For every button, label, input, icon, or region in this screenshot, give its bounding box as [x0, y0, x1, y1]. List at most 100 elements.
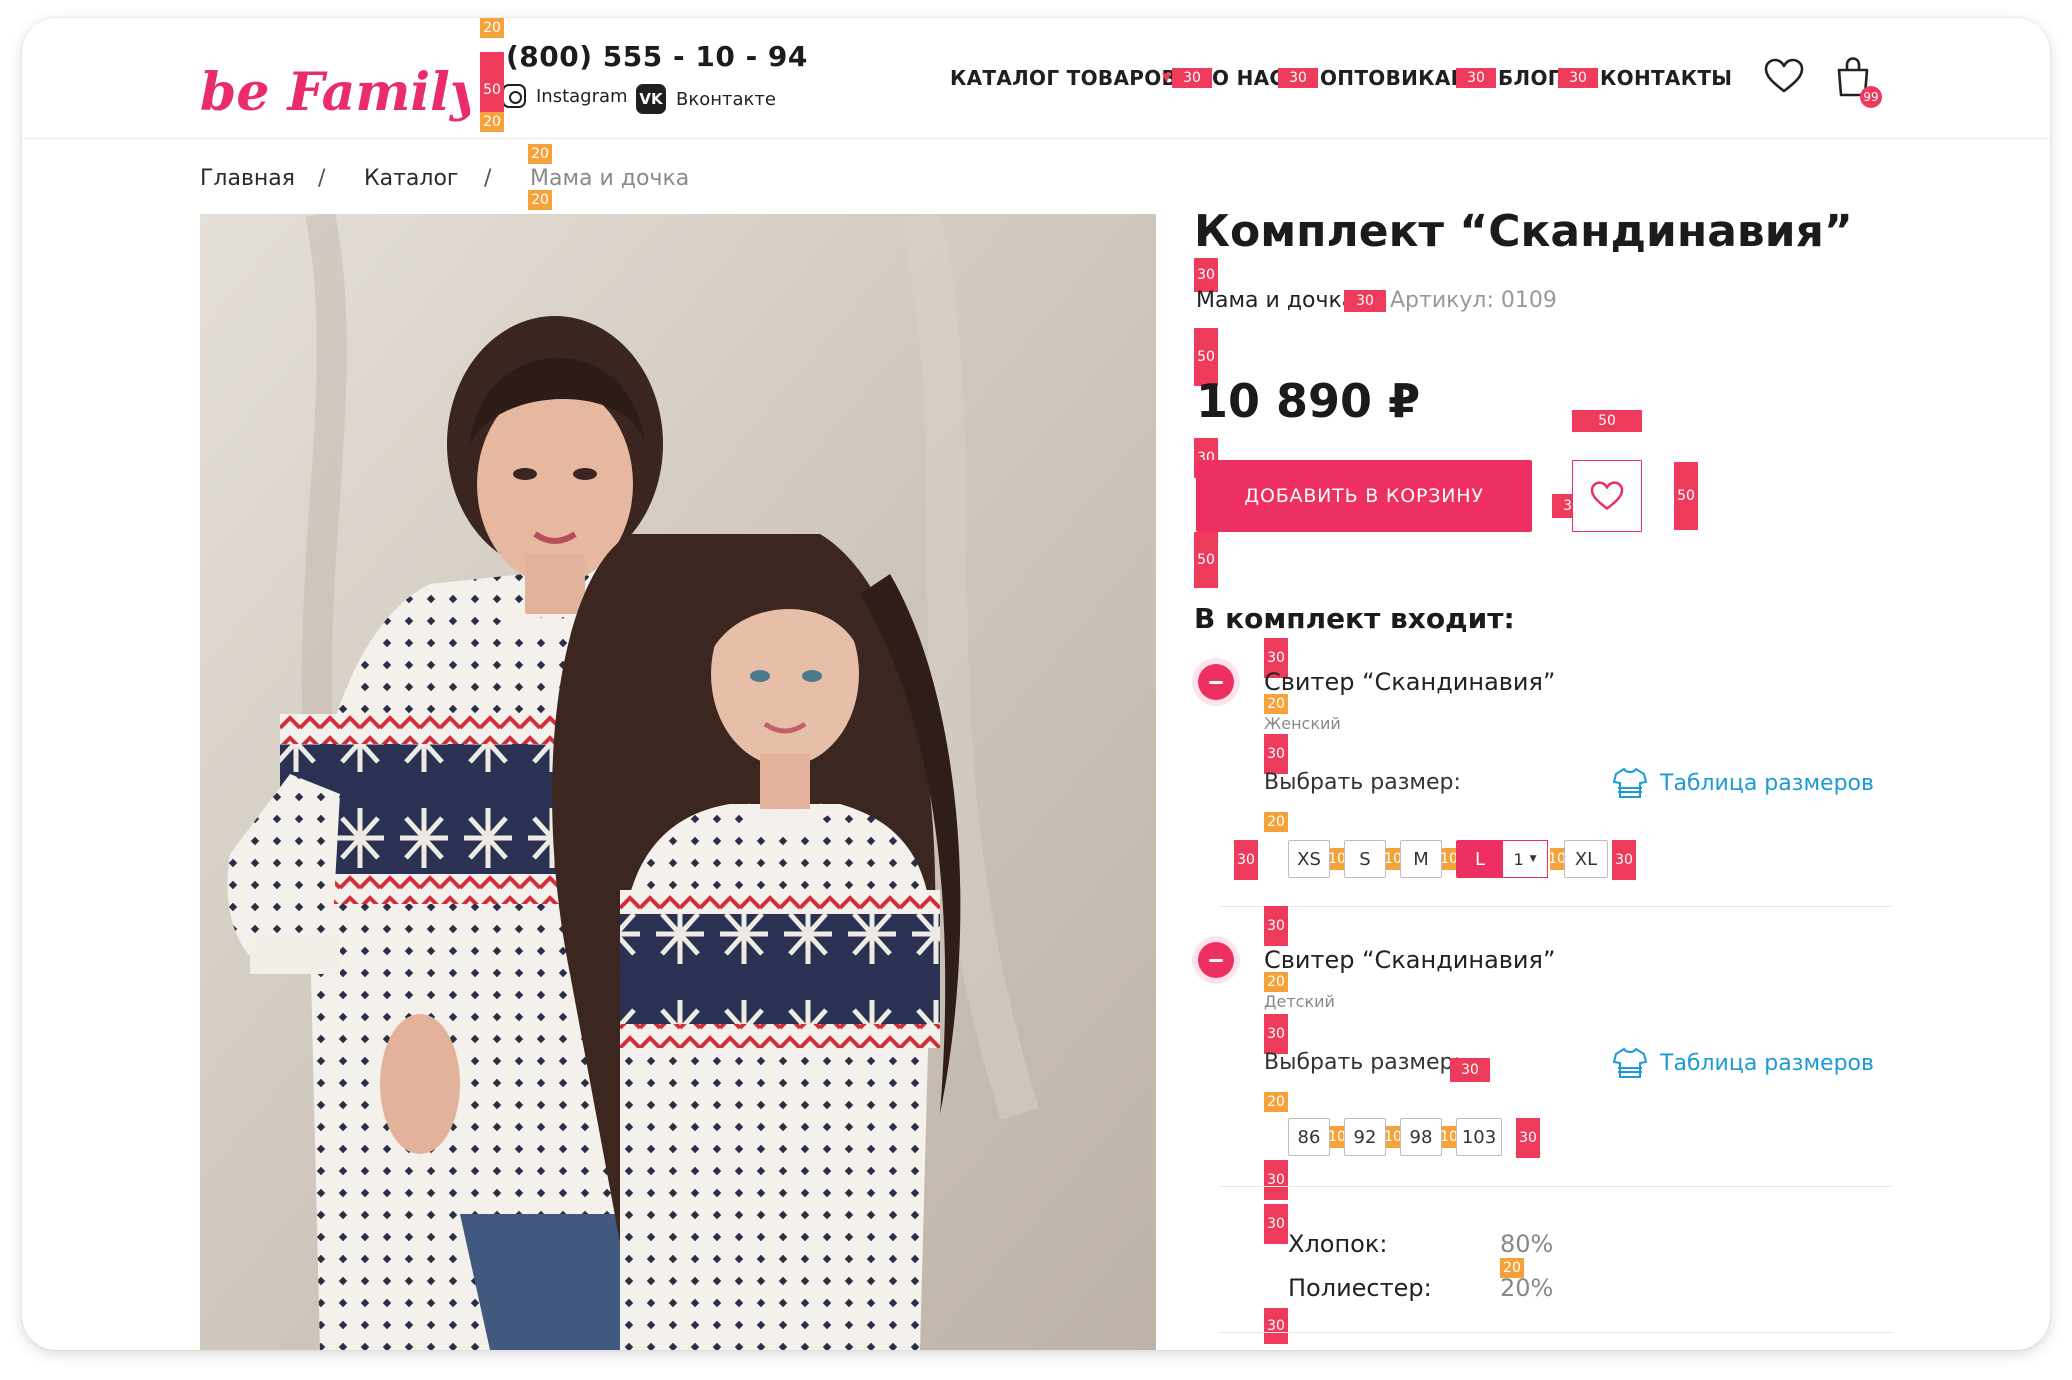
- kit-item-name: Свитер “Скандинавия”: [1264, 668, 1556, 696]
- item-divider: [1218, 1332, 1892, 1333]
- product-title: Комплект “Скандинавия”: [1194, 206, 1853, 257]
- size-table-link[interactable]: Таблица размеров: [1612, 1046, 1874, 1080]
- spacing-marker: 20: [1264, 972, 1288, 992]
- spacing-marker: 10: [1440, 848, 1458, 870]
- add-to-cart-button[interactable]: ДОБАВИТЬ В КОРЗИНУ: [1196, 460, 1532, 532]
- nav-blog[interactable]: БЛОГ: [1498, 66, 1561, 90]
- kit-item-subtitle: Детский: [1264, 992, 1335, 1011]
- spacing-marker: 20: [480, 18, 504, 38]
- spacing-marker: 30: [1172, 68, 1212, 88]
- spacing-marker: 20: [480, 112, 504, 132]
- size-chart-icon: [1612, 767, 1648, 798]
- spacing-marker: 50: [1674, 462, 1698, 530]
- product-category[interactable]: Мама и дочка: [1196, 288, 1355, 313]
- product-sku: Артикул: 0109: [1390, 288, 1557, 313]
- size-option-xs[interactable]: XS: [1288, 840, 1330, 878]
- breadcrumb-current: Мама и дочка: [530, 166, 690, 191]
- brand-logo[interactable]: be Family: [200, 44, 470, 142]
- app-window: be Family (800) 555 - 10 - 94 Instagram …: [22, 18, 2050, 1350]
- spacing-marker: 10: [1384, 848, 1402, 870]
- size-option-l[interactable]: L: [1456, 840, 1504, 878]
- composition-label: Хлопок:: [1288, 1230, 1388, 1258]
- spacing-marker: 30: [1516, 1118, 1540, 1158]
- vk-label: Вконтакте: [676, 88, 776, 110]
- quantity-value: 1: [1513, 849, 1524, 869]
- heart-icon: [1590, 481, 1624, 510]
- chevron-down-icon: ▼: [1529, 854, 1537, 864]
- kit-contents-heading: В комплект входит:: [1194, 602, 1515, 635]
- spacing-marker: 30: [1264, 1204, 1288, 1244]
- spacing-marker: 10: [1384, 1126, 1402, 1148]
- phone-number[interactable]: (800) 555 - 10 - 94: [506, 40, 808, 73]
- vk-icon: VK: [636, 84, 666, 114]
- spacing-marker: 30: [1234, 840, 1258, 880]
- composition-value: 80%: [1500, 1230, 1554, 1258]
- size-option-92[interactable]: 92: [1344, 1118, 1386, 1156]
- kit-item-subtitle: Женский: [1264, 714, 1341, 733]
- spacing-marker: 50: [1572, 410, 1642, 432]
- size-chart-icon: [1612, 1047, 1648, 1078]
- spacing-marker: 30: [1264, 1160, 1288, 1200]
- spacing-marker: 10: [1328, 1126, 1346, 1148]
- instagram-label: Instagram: [536, 85, 628, 107]
- spacing-marker: 30: [1194, 258, 1218, 292]
- breadcrumb-separator: /: [318, 166, 326, 191]
- size-table-label: Таблица размеров: [1660, 1050, 1874, 1076]
- composition-label: Полиестер:: [1288, 1274, 1432, 1302]
- item-divider: [1218, 1186, 1892, 1187]
- spacing-marker: 30: [1278, 68, 1318, 88]
- spacing-marker: 30: [1612, 840, 1636, 880]
- spacing-marker: 50: [1194, 532, 1218, 588]
- spacing-marker: 20: [528, 190, 552, 210]
- product-price: 10 890 ₽: [1196, 374, 1421, 428]
- spacing-marker: 30: [1264, 1014, 1288, 1054]
- vk-link[interactable]: VK Вконтакте: [636, 84, 776, 114]
- spacing-marker: 10: [1328, 848, 1346, 870]
- composition-value: 20%: [1500, 1274, 1554, 1302]
- size-option-86[interactable]: 86: [1288, 1118, 1330, 1156]
- size-table-link[interactable]: Таблица размеров: [1612, 766, 1874, 800]
- remove-item-button[interactable]: [1198, 664, 1234, 700]
- quantity-select[interactable]: 1 ▼: [1502, 840, 1548, 878]
- spacing-marker: 30: [1264, 734, 1288, 774]
- remove-item-button[interactable]: [1198, 942, 1234, 978]
- item-divider: [1218, 906, 1892, 907]
- nav-about[interactable]: О НАС: [1212, 66, 1284, 90]
- size-select-label: Выбрать размер:: [1264, 1050, 1461, 1075]
- kit-item-name: Свитер “Скандинавия”: [1264, 946, 1556, 974]
- nav-contacts[interactable]: КОНТАКТЫ: [1600, 66, 1732, 90]
- size-option-103[interactable]: 103: [1456, 1118, 1502, 1156]
- cart-count-badge: 99: [1860, 86, 1882, 108]
- breadcrumb-separator: /: [484, 166, 492, 191]
- breadcrumb-catalog[interactable]: Каталог: [364, 166, 458, 191]
- spacing-marker: 30: [1344, 290, 1386, 312]
- spacing-marker: 20: [1264, 694, 1288, 714]
- nav-catalog[interactable]: КАТАЛОГ ТОВАРОВ: [950, 66, 1177, 90]
- size-option-m[interactable]: M: [1400, 840, 1442, 878]
- svg-text:be Family: be Family: [200, 62, 470, 123]
- spacing-marker: 30: [1264, 1308, 1288, 1344]
- spacing-marker: 10: [1548, 848, 1566, 870]
- spacing-marker: 10: [1440, 1126, 1458, 1148]
- instagram-icon: [502, 84, 526, 108]
- header-divider: [22, 138, 2050, 139]
- heart-icon[interactable]: [1764, 58, 1804, 94]
- spacing-marker: 30: [1264, 906, 1288, 946]
- chevron-down-icon: ▼: [1162, 70, 1172, 84]
- size-table-label: Таблица размеров: [1660, 770, 1874, 796]
- spacing-marker: 30: [1450, 1058, 1490, 1082]
- size-option-98[interactable]: 98: [1400, 1118, 1442, 1156]
- spacing-marker: 30: [1456, 68, 1496, 88]
- spacing-marker: 20: [1264, 1092, 1288, 1112]
- nav-wholesale[interactable]: ОПТОВИКАМ: [1320, 66, 1471, 90]
- spacing-marker: 20: [528, 144, 552, 164]
- spacing-marker: 20: [1264, 812, 1288, 832]
- size-select-label: Выбрать размер:: [1264, 770, 1461, 795]
- size-option-s[interactable]: S: [1344, 840, 1386, 878]
- spacing-marker: 30: [1558, 68, 1598, 88]
- add-to-favorites-button[interactable]: [1572, 460, 1642, 532]
- instagram-link[interactable]: Instagram: [502, 84, 628, 108]
- product-photo: [200, 214, 1156, 1350]
- size-option-xl[interactable]: XL: [1564, 840, 1608, 878]
- breadcrumb-home[interactable]: Главная: [200, 166, 295, 191]
